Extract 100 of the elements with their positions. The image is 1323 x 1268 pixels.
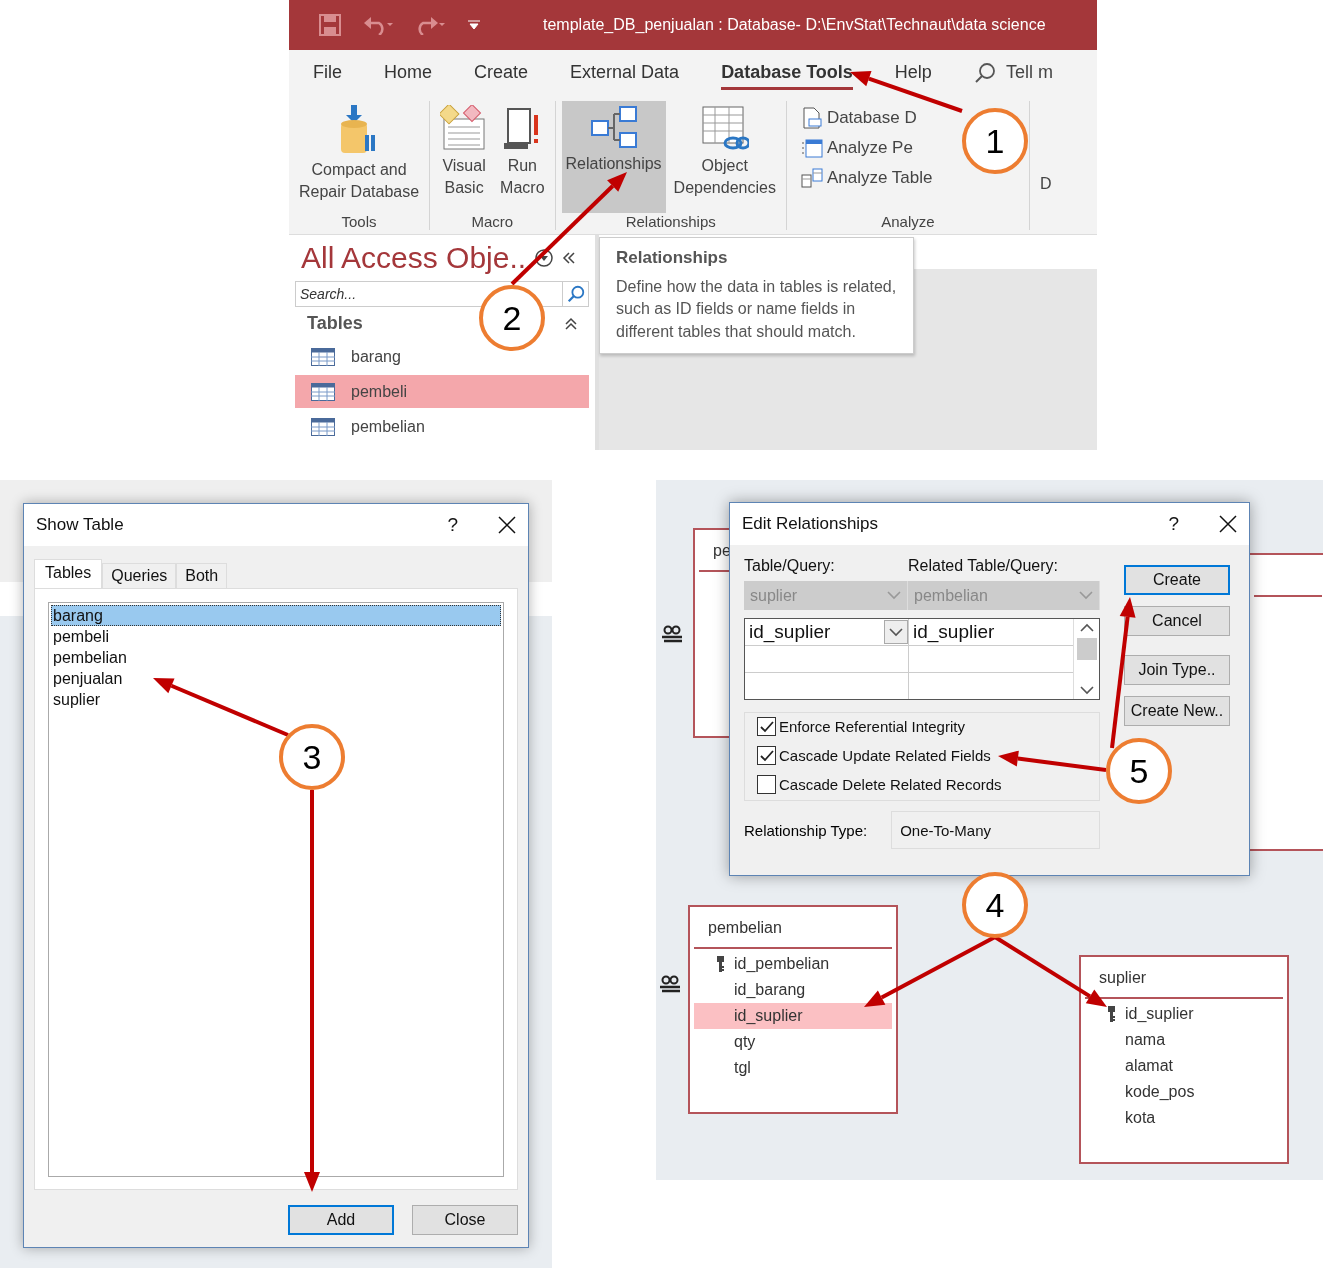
ribbon-tab[interactable]: Create (474, 55, 529, 90)
tab[interactable]: Both (176, 563, 228, 588)
field-label: Relationship Type: (744, 821, 868, 839)
group-label: Analyze (880, 213, 936, 230)
key-icon (1107, 1006, 1116, 1022)
chevron-down-icon (1079, 591, 1093, 600)
customize-icon[interactable] (467, 18, 481, 32)
ribbon-button[interactable]: Analyze Table (800, 167, 933, 189)
split-table-icon (800, 167, 823, 189)
field-label: Related Table/Query: (908, 557, 1058, 575)
help-button[interactable]: ? (447, 514, 458, 536)
ribbon-tab[interactable]: Help (894, 55, 932, 90)
undo-icon[interactable] (363, 15, 393, 35)
field-row[interactable]: kota (1085, 1105, 1283, 1131)
table-icon (311, 417, 335, 436)
one-to-many-icon (660, 624, 684, 644)
checkbox-option[interactable]: Cascade Update Related Fields (757, 746, 1087, 765)
dialog-button[interactable]: Create (1124, 565, 1230, 595)
list-item[interactable]: penjualan (51, 668, 501, 689)
checkbox-option[interactable]: Cascade Delete Related Records (757, 775, 1087, 794)
list-item[interactable]: pembeli (51, 626, 501, 647)
tab[interactable]: Queries (102, 563, 177, 588)
dialog-title: Edit Relationships (742, 514, 880, 534)
ribbon-button[interactable]: Compact and Repair Database (295, 101, 424, 213)
group-label: Tools (340, 213, 378, 230)
dialog-title: Show Table (36, 515, 125, 535)
list-table-icon (800, 137, 823, 159)
search-icon (565, 284, 586, 304)
key-icon (716, 956, 725, 972)
section-header: Tables (307, 313, 363, 334)
checkbox[interactable] (757, 775, 776, 794)
tab[interactable]: Tables (34, 559, 103, 588)
dialog-button[interactable]: Add (288, 1205, 394, 1235)
list-item[interactable]: suplier (51, 689, 501, 710)
save-icon[interactable] (319, 14, 341, 36)
dialog-button[interactable]: Join Type.. (1124, 655, 1230, 685)
ribbon-tab[interactable]: External Data (570, 55, 680, 90)
dialog-button[interactable]: Create New.. (1124, 696, 1230, 726)
help-button[interactable]: ? (1168, 513, 1179, 535)
table-title: suplier (1099, 969, 1147, 986)
chevron-down-icon (887, 591, 901, 600)
tooltip-text: Define how the data in tables is related, such as ID fields or name fields in different tables that should match. (616, 277, 897, 342)
scrollbar[interactable] (1073, 619, 1099, 699)
field-row[interactable]: id_pembelian (694, 951, 892, 977)
field-row[interactable]: nama (1085, 1027, 1283, 1053)
check-icon (759, 720, 774, 733)
close-icon[interactable] (1219, 515, 1237, 533)
window-title: template_DB_penjualan : Database- D:\EnvStat\Technaut\data science (543, 16, 1046, 34)
scroll-thumb[interactable] (1076, 638, 1097, 660)
collapse-icon[interactable] (562, 251, 577, 265)
field-row[interactable]: qty (694, 1029, 892, 1055)
check-icon (759, 749, 774, 762)
dialog-button[interactable]: Cancel (1124, 606, 1230, 636)
ribbon-tab[interactable]: Database Tools (721, 55, 853, 90)
one-to-many-icon (658, 974, 682, 994)
relationship-type-value: One-To-Many (891, 811, 1100, 849)
search-icon[interactable] (973, 61, 996, 84)
ribbon-tab[interactable]: Home (384, 55, 433, 90)
field-label: Table/Query: (744, 557, 836, 575)
chevron-down-icon (889, 627, 903, 637)
chevron-down-icon (1079, 686, 1094, 695)
grid-cell[interactable]: id_suplier (909, 619, 1073, 645)
dialog-button[interactable]: Close (412, 1205, 518, 1235)
collapse-icon[interactable] (565, 316, 577, 331)
grid-cell[interactable]: id_suplier (745, 619, 909, 645)
list-item[interactable]: barang (51, 605, 501, 626)
pane-title: All Access Obje.. (301, 241, 527, 275)
ribbon-button[interactable]: D (1039, 175, 1052, 234)
search-button[interactable] (563, 281, 589, 307)
table-title: pembelian (708, 919, 782, 936)
checkbox[interactable] (757, 746, 776, 765)
field-row[interactable]: tgl (694, 1055, 892, 1081)
field-row[interactable]: id_suplier (1085, 1001, 1283, 1027)
redo-icon[interactable] (415, 15, 445, 35)
checkbox[interactable] (757, 717, 776, 736)
ribbon-button[interactable]: Run Macro (496, 101, 549, 213)
relationships-icon (589, 105, 638, 149)
ribbon-tab[interactable]: File (313, 55, 342, 90)
close-icon[interactable] (498, 516, 516, 534)
checkbox-option[interactable]: Enforce Referential Integrity (757, 717, 1087, 736)
field-row[interactable]: id_barang (694, 977, 892, 1003)
ribbon-button[interactable]: Relationships (561, 101, 666, 213)
table-link-icon (700, 105, 749, 151)
field-row[interactable]: kode_pos (1085, 1079, 1283, 1105)
group-label: Relationships (624, 213, 717, 230)
nav-item[interactable]: pembeli (295, 375, 589, 408)
field-row[interactable]: alamat (1085, 1053, 1283, 1079)
ribbon-button[interactable]: Analyze Pe (800, 137, 913, 159)
tell-me-field[interactable]: Tell m (1005, 62, 1053, 83)
table-icon (311, 382, 335, 401)
list-item[interactable]: pembelian (51, 647, 501, 668)
nav-item[interactable]: pembelian (295, 410, 589, 443)
ribbon-button[interactable]: Object Dependencies (669, 101, 780, 213)
field-row[interactable]: id_suplier (694, 1003, 892, 1029)
document-icon (800, 107, 823, 129)
tooltip-title: Relationships (616, 248, 729, 268)
dropdown-icon[interactable] (534, 248, 555, 268)
table-icon (311, 347, 335, 366)
ribbon-button[interactable]: Visual Basic (436, 101, 493, 213)
ribbon-button[interactable]: Database D (800, 107, 917, 129)
